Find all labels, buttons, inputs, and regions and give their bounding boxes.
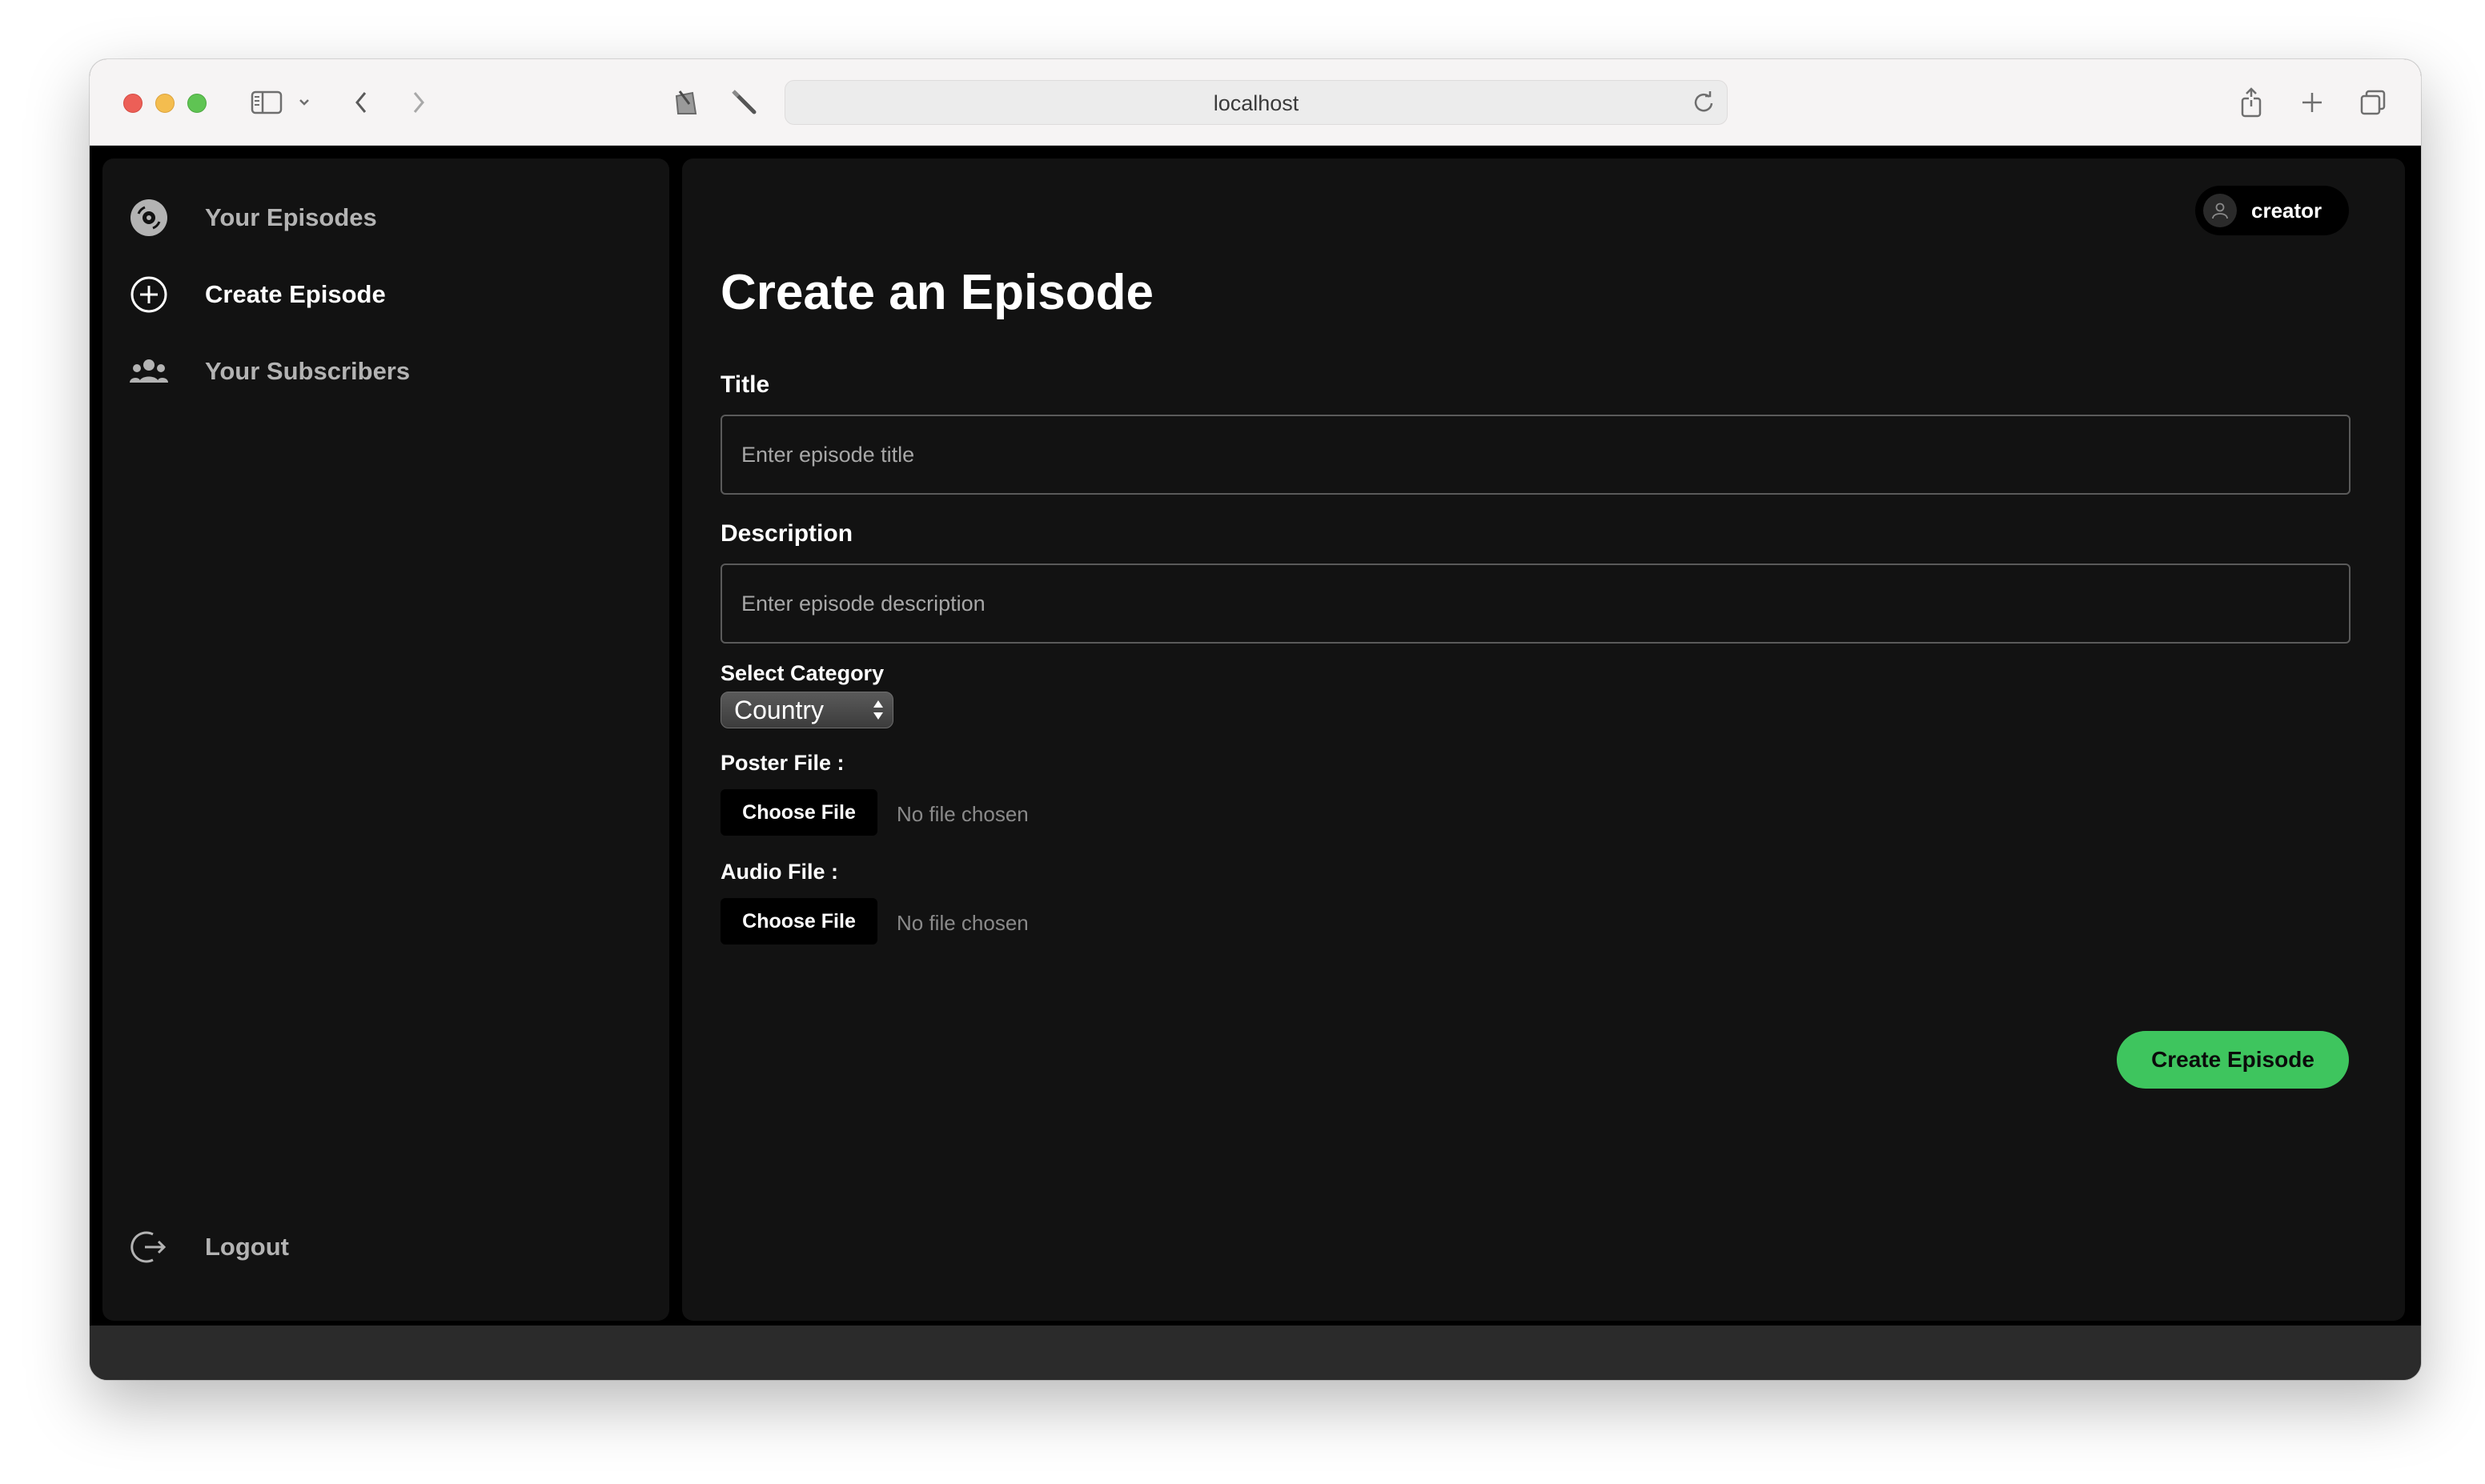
pen-tool-icon[interactable] [727, 85, 762, 120]
audio-file-status: No file chosen [897, 911, 1029, 935]
user-icon [2212, 203, 2228, 219]
username: creator [2251, 198, 2322, 223]
reload-icon[interactable] [1692, 90, 1716, 118]
back-arrow-icon[interactable] [347, 85, 375, 120]
episode-description-input[interactable] [721, 564, 2351, 644]
page-content: Your Episodes Create Episode Your Subscr… [90, 146, 2421, 1326]
logout-icon [126, 1225, 171, 1269]
share-icon[interactable] [2235, 85, 2267, 120]
sidebar-item-your-episodes[interactable]: Your Episodes [126, 194, 377, 242]
browser-window: localhost Your Episodes Create Episode Y… [90, 59, 2421, 1380]
forward-arrow-icon[interactable] [405, 85, 432, 120]
create-episode-button[interactable]: Create Episode [2117, 1031, 2349, 1089]
plus-circle-icon [126, 272, 171, 317]
poster-file-status: No file chosen [897, 802, 1029, 826]
extension-clipper-icon[interactable] [668, 85, 703, 120]
poster-file-label: Poster File : [721, 751, 845, 775]
close-window-button[interactable] [123, 94, 143, 113]
episode-title-input[interactable] [721, 415, 2351, 495]
sidebar-item-label: Your Episodes [205, 203, 377, 231]
logout-button[interactable]: Logout [126, 1223, 289, 1271]
logout-label: Logout [205, 1233, 290, 1261]
zoom-window-button[interactable] [187, 94, 207, 113]
url-text: localhost [1213, 91, 1299, 115]
category-selected-value: Country [734, 695, 825, 724]
tab-overview-icon[interactable] [2357, 85, 2389, 120]
disc-icon [126, 195, 171, 240]
avatar [2203, 194, 2237, 227]
description-label: Description [721, 520, 853, 547]
select-arrows-icon [872, 698, 885, 726]
title-label: Title [721, 371, 770, 398]
sidebar-item-label: Create Episode [205, 280, 386, 308]
window-bottom-bar [90, 1326, 2421, 1380]
sidebar-item-label: Your Subscribers [205, 357, 411, 385]
user-menu-button[interactable]: creator [2195, 186, 2349, 235]
main-panel: creator Create an Episode Title Descript… [682, 158, 2405, 1321]
category-label: Select Category [721, 661, 885, 685]
page-title: Create an Episode [721, 265, 1154, 320]
address-bar[interactable]: localhost [785, 80, 1728, 125]
minimize-window-button[interactable] [155, 94, 175, 113]
chevron-down-icon[interactable] [295, 85, 314, 120]
poster-choose-file-button[interactable]: Choose File [721, 789, 877, 836]
audio-choose-file-button[interactable]: Choose File [721, 898, 877, 945]
browser-toolbar: localhost [90, 59, 2421, 146]
sidebar-item-your-subscribers[interactable]: Your Subscribers [126, 347, 410, 395]
users-icon [126, 349, 171, 394]
new-tab-icon[interactable] [2296, 85, 2328, 120]
sidebar-item-create-episode[interactable]: Create Episode [126, 271, 386, 319]
sidebar: Your Episodes Create Episode Your Subscr… [102, 158, 669, 1321]
audio-file-label: Audio File : [721, 860, 838, 884]
category-select[interactable]: Country [721, 692, 893, 728]
sidebar-toggle-icon[interactable] [247, 85, 287, 120]
